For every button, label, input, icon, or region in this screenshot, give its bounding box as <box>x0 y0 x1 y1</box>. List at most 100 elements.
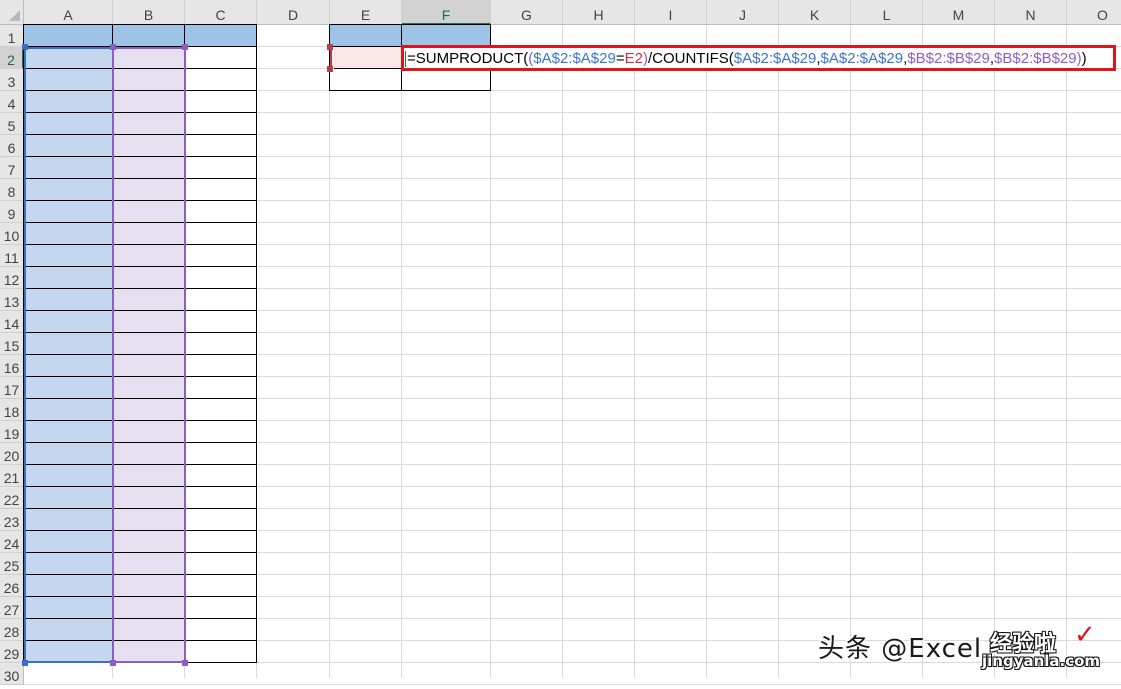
row-header-25[interactable]: 25 <box>0 553 24 575</box>
row-header-22[interactable]: 22 <box>0 487 24 509</box>
formula-input[interactable]: =SUMPRODUCT(($A$2:$A$29=E2)/COUNTIFS($A$… <box>401 45 1116 71</box>
row-header-14[interactable]: 14 <box>0 311 24 333</box>
column-header-n[interactable]: N <box>995 0 1067 25</box>
cell-count[interactable] <box>185 135 257 157</box>
summary-name[interactable] <box>330 69 402 91</box>
summary-name[interactable] <box>330 47 402 69</box>
cell-count[interactable] <box>185 157 257 179</box>
select-all-button[interactable] <box>0 0 24 25</box>
cell-name[interactable] <box>24 179 113 201</box>
cell-name[interactable] <box>24 575 113 597</box>
cell-product[interactable] <box>113 47 185 69</box>
cell-count[interactable] <box>185 619 257 641</box>
cell-count[interactable] <box>185 91 257 113</box>
row-header-7[interactable]: 7 <box>0 157 24 179</box>
cell-name[interactable] <box>24 69 113 91</box>
column-header-c[interactable]: C <box>185 0 257 25</box>
cell-name[interactable] <box>24 619 113 641</box>
ref-handle[interactable] <box>327 66 333 72</box>
cell-name[interactable] <box>24 355 113 377</box>
cell-product[interactable] <box>113 377 185 399</box>
cell-count[interactable] <box>185 487 257 509</box>
column-header-l[interactable]: L <box>851 0 923 25</box>
row-header-4[interactable]: 4 <box>0 91 24 113</box>
cell-product[interactable] <box>113 245 185 267</box>
cell-product[interactable] <box>113 487 185 509</box>
cell-name[interactable] <box>24 509 113 531</box>
cell-count[interactable] <box>185 597 257 619</box>
cell-name[interactable] <box>24 531 113 553</box>
cell-product[interactable] <box>113 201 185 223</box>
cell-name[interactable] <box>24 553 113 575</box>
cell-count[interactable] <box>185 377 257 399</box>
row-header-19[interactable]: 19 <box>0 421 24 443</box>
column-header-m[interactable]: M <box>923 0 995 25</box>
row-header-17[interactable]: 17 <box>0 377 24 399</box>
cell-count[interactable] <box>185 201 257 223</box>
range-handle[interactable] <box>22 660 28 666</box>
row-header-5[interactable]: 5 <box>0 113 24 135</box>
range-handle[interactable] <box>182 660 188 666</box>
range-handle[interactable] <box>110 660 116 666</box>
cell-count[interactable] <box>185 179 257 201</box>
cell-product[interactable] <box>113 113 185 135</box>
cell-name[interactable] <box>24 421 113 443</box>
cell-count[interactable] <box>185 641 257 663</box>
cell-count[interactable] <box>185 399 257 421</box>
summary-header-e[interactable] <box>330 25 402 47</box>
row-header-10[interactable]: 10 <box>0 223 24 245</box>
column-header-o[interactable]: O <box>1067 0 1121 25</box>
row-header-26[interactable]: 26 <box>0 575 24 597</box>
row-header-30[interactable]: 30 <box>0 663 24 685</box>
cell-product[interactable] <box>113 509 185 531</box>
table-header-a[interactable] <box>24 25 113 47</box>
cell-product[interactable] <box>113 223 185 245</box>
ref-handle[interactable] <box>327 44 333 50</box>
column-header-e[interactable]: E <box>330 0 402 25</box>
cell-product[interactable] <box>113 641 185 663</box>
row-header-9[interactable]: 9 <box>0 201 24 223</box>
cell-name[interactable] <box>24 47 113 69</box>
column-header-h[interactable]: H <box>563 0 635 25</box>
cell-name[interactable] <box>24 443 113 465</box>
cell-count[interactable] <box>185 245 257 267</box>
summary-header-f[interactable] <box>402 25 491 47</box>
cell-product[interactable] <box>113 267 185 289</box>
cell-count[interactable] <box>185 531 257 553</box>
cell-name[interactable] <box>24 223 113 245</box>
cell-product[interactable] <box>113 597 185 619</box>
cell-name[interactable] <box>24 113 113 135</box>
column-header-i[interactable]: I <box>635 0 707 25</box>
row-header-23[interactable]: 23 <box>0 509 24 531</box>
row-header-1[interactable]: 1 <box>0 25 24 47</box>
cell-count[interactable] <box>185 465 257 487</box>
cell-product[interactable] <box>113 135 185 157</box>
cell-name[interactable] <box>24 245 113 267</box>
cell-product[interactable] <box>113 311 185 333</box>
cell-product[interactable] <box>113 443 185 465</box>
range-handle[interactable] <box>182 44 188 50</box>
cell-name[interactable] <box>24 311 113 333</box>
cell-name[interactable] <box>24 157 113 179</box>
row-header-29[interactable]: 29 <box>0 641 24 663</box>
cell-name[interactable] <box>24 201 113 223</box>
cell-name[interactable] <box>24 91 113 113</box>
cell-product[interactable] <box>113 289 185 311</box>
row-header-15[interactable]: 15 <box>0 333 24 355</box>
row-header-24[interactable]: 24 <box>0 531 24 553</box>
column-header-j[interactable]: J <box>707 0 779 25</box>
cell-count[interactable] <box>185 311 257 333</box>
row-header-27[interactable]: 27 <box>0 597 24 619</box>
cell-name[interactable] <box>24 289 113 311</box>
row-header-2[interactable]: 2 <box>0 47 24 69</box>
cell-count[interactable] <box>185 421 257 443</box>
row-header-16[interactable]: 16 <box>0 355 24 377</box>
cell-product[interactable] <box>113 91 185 113</box>
cell-name[interactable] <box>24 333 113 355</box>
row-header-21[interactable]: 21 <box>0 465 24 487</box>
row-header-13[interactable]: 13 <box>0 289 24 311</box>
cell-count[interactable] <box>185 509 257 531</box>
cell-product[interactable] <box>113 157 185 179</box>
cell-product[interactable] <box>113 421 185 443</box>
cell-name[interactable] <box>24 135 113 157</box>
